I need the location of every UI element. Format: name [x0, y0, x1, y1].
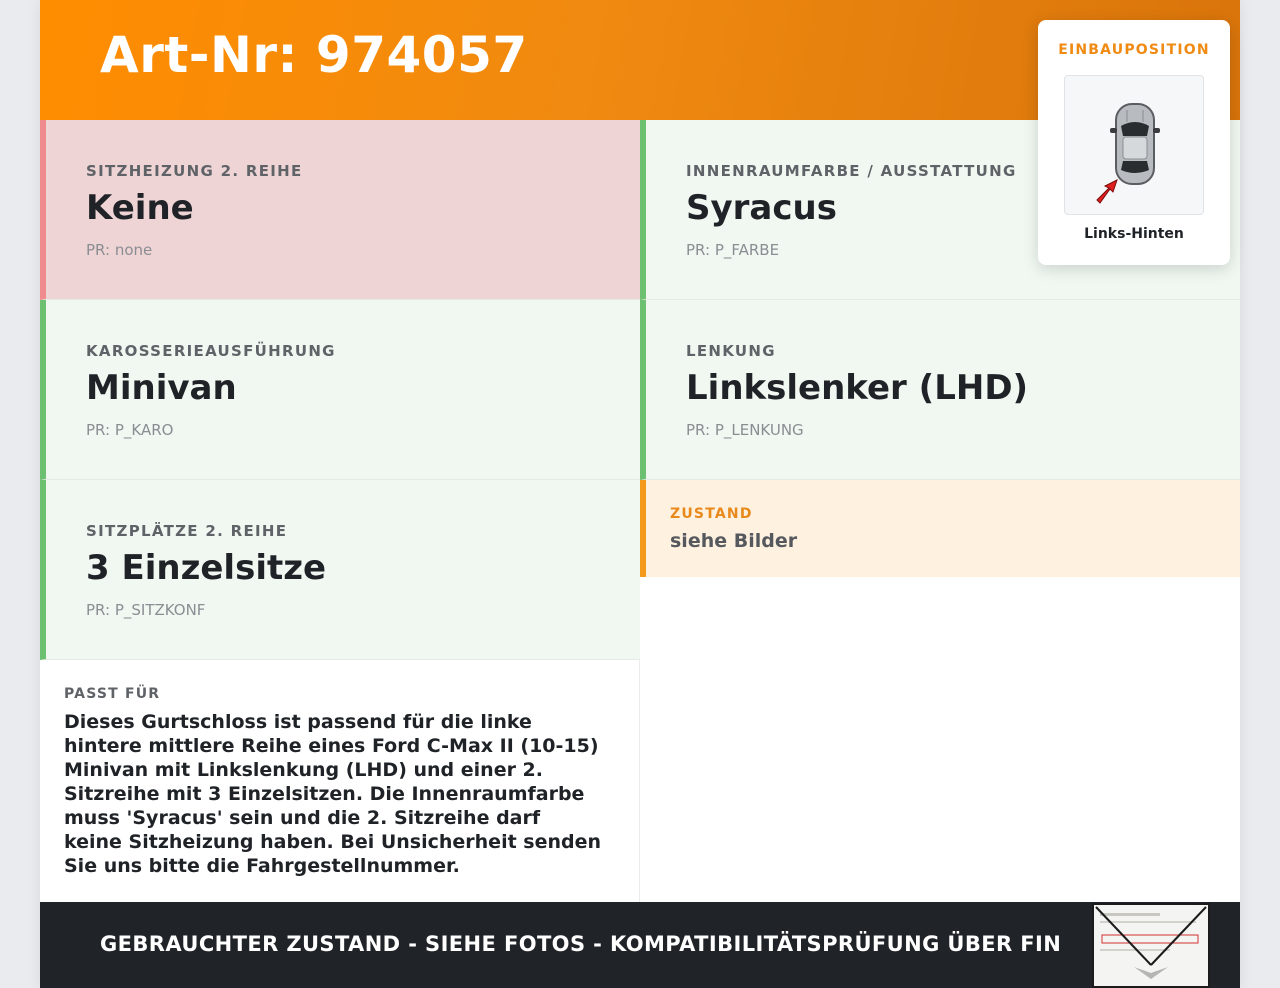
spec-cell-lenkung: LENKUNG Linkslenker (LHD) PR: P_LENKUNG	[640, 300, 1240, 480]
spec-label: SITZHEIZUNG 2. REIHE	[86, 162, 303, 180]
mounting-position-label: Links-Hinten	[1084, 226, 1184, 242]
fits-for-label: PASST FÜR	[64, 686, 161, 702]
spec-value: Minivan	[86, 368, 237, 408]
spec-value: Linkslenker (LHD)	[686, 368, 1029, 408]
footer-bar: GEBRAUCHTER ZUSTAND - SIEHE FOTOS - KOMP…	[40, 902, 1240, 988]
spec-value: Keine	[86, 188, 194, 228]
document-cross-icon	[1095, 906, 1207, 979]
condition-value: siehe Bilder	[670, 530, 798, 552]
spec-pr-code: PR: none	[86, 241, 153, 259]
mounting-position-card: EINBAUPOSITION Links-Hinten	[1038, 20, 1230, 265]
car-position-diagram	[1064, 75, 1204, 215]
spec-pr-code: PR: P_FARBE	[686, 241, 780, 259]
spec-label: LENKUNG	[686, 342, 776, 360]
condition-box: ZUSTAND siehe Bilder	[640, 480, 1240, 577]
condition-label: ZUSTAND	[670, 506, 753, 522]
spec-pr-code: PR: P_LENKUNG	[686, 421, 804, 439]
spec-value: Syracus	[686, 188, 837, 228]
article-number: Art-Nr: 974057	[100, 26, 528, 84]
registration-document-thumbnail[interactable]	[1092, 903, 1210, 988]
footer-text: GEBRAUCHTER ZUSTAND - SIEHE FOTOS - KOMP…	[100, 932, 1062, 956]
mounting-position-title: EINBAUPOSITION	[1058, 42, 1210, 58]
spec-cell-karosserie: KAROSSERIEAUSFÜHRUNG Minivan PR: P_KARO	[40, 300, 640, 480]
spec-pr-code: PR: P_SITZKONF	[86, 601, 206, 619]
fits-for-section: PASST FÜR Dieses Gurtschloss ist passend…	[40, 660, 640, 902]
spec-label: SITZPLÄTZE 2. REIHE	[86, 522, 288, 540]
spec-label: INNENRAUMFARBE / AUSSTATTUNG	[686, 162, 1017, 180]
spec-label: KAROSSERIEAUSFÜHRUNG	[86, 342, 336, 360]
spec-cell-sitzplaetze: SITZPLÄTZE 2. REIHE 3 Einzelsitze PR: P_…	[40, 480, 640, 660]
spec-pr-code: PR: P_KARO	[86, 421, 174, 439]
car-top-view-icon	[1096, 103, 1160, 204]
fits-for-text: Dieses Gurtschloss ist passend für die l…	[64, 711, 602, 877]
spec-value: 3 Einzelsitze	[86, 548, 327, 588]
spec-cell-sitzheizung: SITZHEIZUNG 2. REIHE Keine PR: none	[40, 120, 640, 300]
